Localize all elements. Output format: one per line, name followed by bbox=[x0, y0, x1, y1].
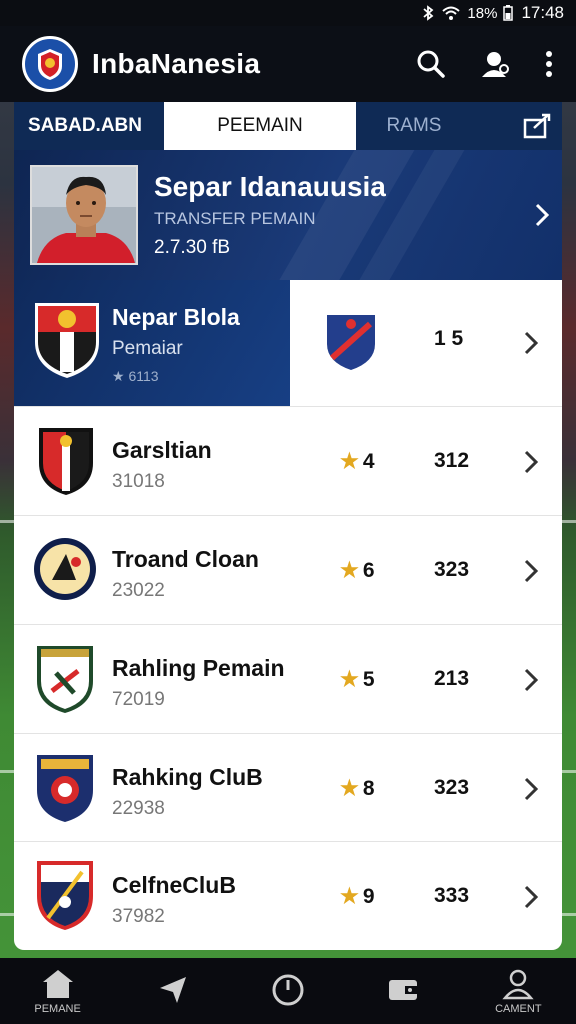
chevron-right-icon[interactable] bbox=[520, 667, 542, 693]
edit-button[interactable] bbox=[512, 102, 562, 150]
star-icon: ★ bbox=[340, 885, 359, 908]
row-count: 323 bbox=[434, 558, 470, 581]
bluetooth-icon bbox=[423, 5, 434, 21]
wallet-icon bbox=[389, 979, 418, 1000]
nav-clock[interactable] bbox=[238, 973, 338, 1010]
home-icon bbox=[42, 969, 73, 998]
row-rating: ★ 5 bbox=[340, 667, 375, 692]
club-crest-icon bbox=[35, 303, 99, 378]
clock-icon bbox=[272, 974, 304, 1005]
chevron-right-icon bbox=[535, 203, 550, 227]
star-icon: ★ bbox=[340, 450, 359, 473]
app-title: InbaNanesia bbox=[92, 48, 261, 79]
row-sub: 22938 bbox=[112, 798, 165, 819]
club-crest-icon bbox=[39, 428, 93, 495]
featured-text: Separ Idanauusia TRANSFER PEMAIN 2.7.30 … bbox=[154, 171, 522, 259]
rating-value: 9 bbox=[362, 884, 375, 908]
battery-icon bbox=[503, 5, 514, 21]
rating-value: 6 bbox=[362, 558, 375, 582]
star-icon: ★ bbox=[340, 559, 359, 582]
row-count: 333 bbox=[434, 884, 470, 907]
status-icons: 18% bbox=[421, 4, 514, 22]
nav-wallet[interactable] bbox=[353, 976, 453, 1007]
nav-profile-label: CAMENT bbox=[495, 1002, 542, 1015]
tab-bar: SABAD.ABN PEEMAIN RAMS bbox=[14, 102, 562, 150]
row-sub: 72019 bbox=[112, 689, 165, 710]
featured-card[interactable]: Separ Idanauusia TRANSFER PEMAIN 2.7.30 … bbox=[14, 150, 562, 280]
row-meta: ★ 6113 bbox=[112, 368, 159, 384]
rating-value: 8 bbox=[362, 776, 375, 800]
row-name: Troand Cloan bbox=[112, 546, 259, 572]
rating-value: 4 bbox=[362, 449, 375, 473]
row-sub: Pemaiar bbox=[112, 338, 183, 359]
row-name: CelfneCluB bbox=[112, 872, 236, 898]
status-bar: 18% 17:48 bbox=[0, 0, 576, 26]
row-count: 323 bbox=[434, 776, 470, 799]
featured-title: Separ Idanauusia bbox=[154, 171, 386, 202]
app-bar-actions bbox=[416, 49, 554, 79]
list-item[interactable]: Garsltian 31018 ★ 4 312 bbox=[14, 407, 562, 516]
chevron-right-icon[interactable] bbox=[520, 330, 542, 356]
nav-home[interactable]: PEMANE bbox=[8, 968, 108, 1015]
row-name: Garsltian bbox=[112, 437, 212, 463]
row-name: Rahling Pemain bbox=[112, 655, 285, 681]
list-item[interactable]: CelfneCluB 37982 ★ 9 333 bbox=[14, 842, 562, 950]
tab-rams[interactable]: RAMS bbox=[356, 102, 472, 150]
chevron-right-icon[interactable] bbox=[520, 558, 542, 584]
row-count: 213 bbox=[434, 667, 470, 690]
club-crest-icon bbox=[37, 755, 93, 822]
search-icon[interactable] bbox=[416, 49, 446, 79]
chevron-right-icon[interactable] bbox=[520, 776, 542, 802]
clock-text: 17:48 bbox=[521, 3, 564, 22]
nav-home-label: PEMANE bbox=[34, 1002, 81, 1015]
featured-value: 2.7.30 fB bbox=[154, 237, 231, 258]
club-crest-icon bbox=[34, 538, 96, 600]
more-icon[interactable] bbox=[544, 49, 554, 79]
profile-icon[interactable] bbox=[480, 49, 510, 79]
list-item[interactable]: Rahking CluB 22938 ★ 8 323 bbox=[14, 734, 562, 842]
player-image bbox=[32, 167, 136, 263]
row-count: 312 bbox=[434, 449, 470, 472]
edit-icon bbox=[523, 113, 551, 139]
club-crest-icon bbox=[37, 646, 93, 713]
row-rating: ★ 4 bbox=[340, 449, 375, 474]
row-count: 1 5 bbox=[434, 327, 464, 350]
tab-peemain[interactable]: PEEMAIN bbox=[164, 102, 356, 150]
player-photo bbox=[30, 165, 138, 265]
row-sub: 31018 bbox=[112, 471, 165, 492]
star-icon: ★ bbox=[340, 668, 359, 691]
chevron-right-icon[interactable] bbox=[520, 449, 542, 475]
bottom-navigation: PEMANE CAMENT bbox=[0, 958, 576, 1024]
row-name: Rahking CluB bbox=[112, 764, 263, 790]
list-item[interactable]: Rahling Pemain 72019 ★ 5 213 bbox=[14, 625, 562, 734]
star-icon: ★ bbox=[340, 777, 359, 800]
nav-send[interactable] bbox=[123, 974, 223, 1009]
club-list: Nepar Blola Pemaiar ★ 6113 1 5 Garsltian… bbox=[14, 280, 562, 950]
row-rating: ★ 9 bbox=[340, 884, 375, 909]
row-sub: 37982 bbox=[112, 906, 165, 927]
featured-subtitle: TRANSFER PEMAIN bbox=[154, 209, 316, 228]
tab-sabadabn[interactable]: SABAD.ABN bbox=[14, 102, 164, 150]
list-item[interactable]: Nepar Blola Pemaiar ★ 6113 1 5 bbox=[14, 280, 562, 407]
app-bar: InbaNanesia bbox=[0, 26, 576, 102]
row-sub: 23022 bbox=[112, 580, 165, 601]
send-icon bbox=[159, 976, 186, 1003]
featured-chevron[interactable] bbox=[522, 202, 562, 228]
club-crest-icon bbox=[37, 861, 93, 930]
app-logo[interactable] bbox=[22, 36, 78, 92]
battery-text: 18% bbox=[467, 4, 498, 22]
club-crest-icon bbox=[323, 311, 379, 374]
rating-value: 5 bbox=[362, 667, 375, 691]
garuda-crest-icon bbox=[38, 49, 62, 80]
row-rating: ★ 8 bbox=[340, 776, 375, 801]
nav-profile[interactable]: CAMENT bbox=[468, 968, 568, 1015]
wifi-icon bbox=[442, 6, 461, 20]
user-icon bbox=[502, 969, 534, 999]
row-rating: ★ 6 bbox=[340, 558, 375, 583]
list-item[interactable]: Troand Cloan 23022 ★ 6 323 bbox=[14, 516, 562, 625]
chevron-right-icon[interactable] bbox=[520, 884, 542, 910]
row-name: Nepar Blola bbox=[112, 304, 240, 330]
